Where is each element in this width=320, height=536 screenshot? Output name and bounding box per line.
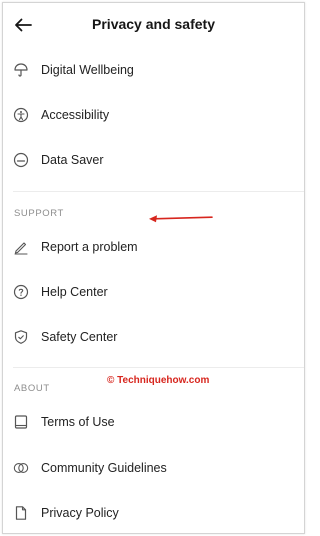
annotation-arrow-icon (146, 212, 214, 224)
menu-item-label: Digital Wellbeing (41, 63, 134, 77)
menu-item-community-guidelines[interactable]: Community Guidelines (3, 446, 304, 490)
menu-item-label: Accessibility (41, 108, 110, 122)
header: Privacy and safety (3, 3, 304, 47)
guidelines-icon (13, 460, 29, 476)
data-saver-icon (13, 152, 29, 168)
privacy-safety-screen: Privacy and safety Digital Wellbeing Acc… (2, 2, 305, 534)
pencil-icon (13, 239, 29, 255)
help-icon (13, 284, 29, 300)
menu-item-label: Privacy Policy (41, 506, 119, 520)
document-icon (13, 505, 29, 521)
menu-item-privacy-policy[interactable]: Privacy Policy (3, 491, 304, 533)
section-title-support: SUPPORT (14, 208, 64, 219)
page-title: Privacy and safety (92, 16, 215, 32)
menu-item-terms-of-use[interactable]: Terms of Use (3, 400, 304, 444)
menu-item-label: Report a problem (41, 240, 138, 254)
menu-item-accessibility[interactable]: Accessibility (3, 93, 304, 137)
accessibility-icon (13, 107, 29, 123)
menu-item-label: Safety Center (41, 330, 118, 344)
menu-item-data-saver[interactable]: Data Saver (3, 138, 304, 182)
menu-item-label: Data Saver (41, 153, 104, 167)
menu-item-label: Terms of Use (41, 415, 115, 429)
menu-item-label: Community Guidelines (41, 461, 167, 475)
book-icon (13, 414, 29, 430)
menu-item-digital-wellbeing[interactable]: Digital Wellbeing (3, 48, 304, 92)
menu-item-report-a-problem[interactable]: Report a problem (3, 225, 304, 269)
watermark-text: © Techniquehow.com (107, 375, 210, 386)
menu-item-safety-center[interactable]: Safety Center (3, 315, 304, 359)
divider (13, 367, 304, 368)
section-title-about: ABOUT (14, 383, 50, 394)
umbrella-icon (13, 62, 29, 78)
menu-item-help-center[interactable]: Help Center (3, 270, 304, 314)
menu-item-label: Help Center (41, 285, 108, 299)
divider (13, 191, 304, 192)
shield-icon (13, 329, 29, 345)
